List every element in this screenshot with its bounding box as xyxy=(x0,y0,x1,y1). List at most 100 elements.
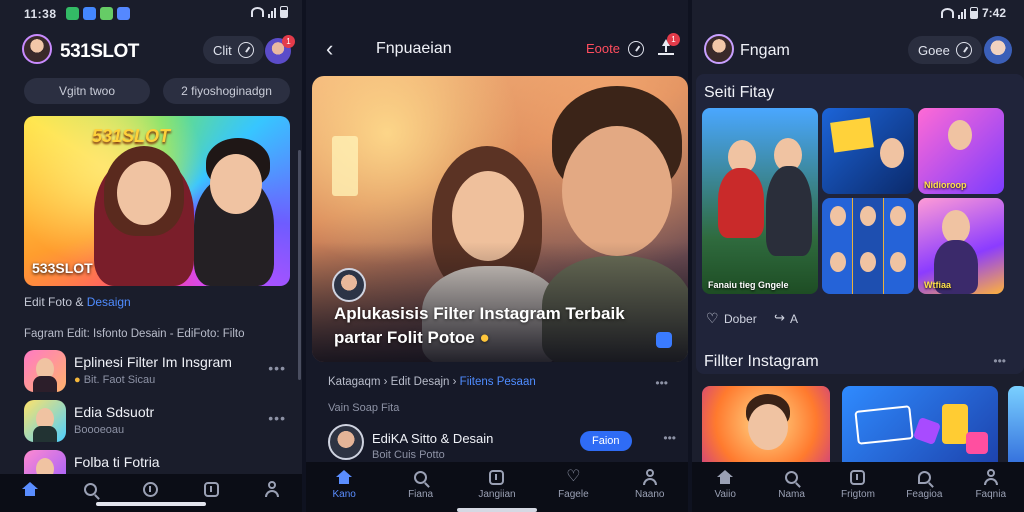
nav-search[interactable]: Fiana xyxy=(391,468,451,500)
more-options-icon[interactable]: ••• xyxy=(993,354,1006,368)
hero-banner[interactable]: 531SLOT 533SLOT xyxy=(24,116,290,286)
top-header: 531SLOT Clit 1 xyxy=(0,30,302,72)
like-icon[interactable]: ♡ xyxy=(706,310,719,327)
home-indicator xyxy=(457,508,537,512)
notification-avatar[interactable]: 1 xyxy=(265,35,295,64)
search-icon xyxy=(84,482,98,496)
nav-home[interactable]: Kano xyxy=(314,468,374,500)
thumb-body xyxy=(33,426,57,442)
nav-media[interactable] xyxy=(181,480,241,498)
nav-post[interactable]: Jangiian xyxy=(467,468,527,500)
media-icon xyxy=(203,481,219,497)
nav-profile[interactable]: Naano xyxy=(620,468,680,500)
status-bar: 11:38 xyxy=(0,0,302,26)
section-title: Seiti Fitay xyxy=(704,84,775,101)
scrollbar[interactable] xyxy=(298,150,301,380)
breadcrumb-current[interactable]: Fiitens Pesaan xyxy=(460,376,536,388)
middle-phone-screen: ‹ Fnpuaeian Eoote 1 Aplukasisis Filter I… xyxy=(306,0,688,512)
nav-profile[interactable]: Faqnia xyxy=(961,468,1021,500)
nav-home[interactable]: Vaiio xyxy=(695,468,755,500)
share-icon[interactable]: ↪ xyxy=(774,310,785,326)
nav-label: Jangiian xyxy=(478,489,516,500)
page-title: Fnpuaeian xyxy=(376,40,452,57)
tile-figure xyxy=(718,168,764,238)
left-phone-screen: 11:38 531SLOT Clit 1 Vgitn twoo 2 fiyosh… xyxy=(0,0,302,512)
profile-avatar[interactable] xyxy=(22,34,52,64)
nav-likes[interactable]: ♡ Fagele xyxy=(543,468,603,501)
media-tile[interactable] xyxy=(822,108,914,194)
nav-profile[interactable] xyxy=(242,480,302,498)
author-avatar[interactable] xyxy=(328,424,364,460)
chip-2[interactable]: 2 fiyoshoginadgn xyxy=(163,78,290,104)
tile-face xyxy=(942,210,970,244)
list-item[interactable]: Eplinesi Filter Im Insgram ● Bit. Faot S… xyxy=(24,350,290,394)
media-tile[interactable]: Wtfiaa xyxy=(918,198,1004,294)
author-avatar[interactable] xyxy=(332,268,366,302)
more-options-icon[interactable]: ••• xyxy=(655,376,668,390)
tile-caption: Wtfiaa xyxy=(924,280,951,290)
more-options-icon[interactable]: ••• xyxy=(268,410,286,426)
chip-1[interactable]: Vgitn twoo xyxy=(24,78,150,104)
timer-icon[interactable] xyxy=(628,41,644,57)
hero-title: Aplukasisis Filter Instagram Terbaik par… xyxy=(334,302,634,350)
item-title: Folba ti Fotria xyxy=(74,454,160,470)
more-options-icon[interactable]: ••• xyxy=(663,431,676,445)
search-icon xyxy=(785,470,799,484)
user-icon xyxy=(983,469,999,485)
status-pill[interactable]: Goee xyxy=(908,36,982,64)
nav-home[interactable] xyxy=(0,480,60,498)
status-pill-label: Goee xyxy=(918,42,950,58)
tile-figure xyxy=(766,166,812,256)
account-avatar[interactable] xyxy=(984,36,1012,64)
instagram-icon[interactable] xyxy=(656,332,672,348)
section-label-accent[interactable]: Desaign xyxy=(87,295,131,309)
woman-face xyxy=(117,161,171,225)
back-arrow-icon[interactable]: ‹ xyxy=(326,36,333,62)
home-icon xyxy=(22,482,39,496)
arrow-shaft xyxy=(665,45,667,52)
profile-avatar[interactable] xyxy=(704,34,734,64)
nav-label: Fagele xyxy=(558,489,589,500)
breadcrumb-path[interactable]: Katagaqm › Edit Desajn › xyxy=(328,376,460,388)
top-header: ‹ Fnpuaeian Eoote 1 xyxy=(306,28,688,70)
follow-button[interactable]: Faion xyxy=(580,431,632,451)
item-thumbnail xyxy=(24,350,66,392)
more-options-icon[interactable]: ••• xyxy=(268,360,286,376)
tile-graphic xyxy=(854,405,914,445)
nav-post[interactable]: Frigtom xyxy=(828,468,888,500)
system-icons xyxy=(251,6,288,18)
status-time: 11:38 xyxy=(24,7,57,21)
action-link[interactable]: Eoote xyxy=(586,41,620,56)
item-title: Edia Sdsuotr xyxy=(74,404,155,420)
nav-search[interactable] xyxy=(61,480,121,498)
hero-logo-text: 533SLOT xyxy=(32,260,93,276)
hero-image[interactable]: Aplukasisis Filter Instagram Terbaik par… xyxy=(312,76,688,362)
heart-icon: ♡ xyxy=(566,468,581,485)
gem-graphic xyxy=(912,416,942,446)
signal-icon xyxy=(268,7,276,18)
item-subtitle: Boooeoau xyxy=(74,424,125,436)
media-tile[interactable] xyxy=(822,198,914,294)
share-icon[interactable]: 1 xyxy=(658,33,680,57)
status-pill[interactable]: Clit xyxy=(203,36,264,64)
share-label[interactable]: A xyxy=(790,312,798,326)
nav-activity[interactable]: Feagioa xyxy=(894,468,954,500)
tile-face xyxy=(880,138,904,168)
media-tile[interactable]: Fanaiu tieg Gngele xyxy=(702,108,818,294)
man-face xyxy=(562,126,672,256)
list-item[interactable]: Edia Sdsuotr Boooeoau ••• xyxy=(24,400,290,444)
item-thumbnail xyxy=(24,400,66,442)
notification-badge: 1 xyxy=(282,35,295,48)
like-label[interactable]: Dober xyxy=(724,312,757,326)
bottom-nav: Kano Fiana Jangiian ♡ Fagele Naano xyxy=(306,462,688,512)
nav-center[interactable] xyxy=(121,480,181,498)
tile-caption: Nidioroop xyxy=(924,180,967,190)
chat-icon xyxy=(917,470,931,484)
thumb-body xyxy=(33,376,57,392)
system-icons: 7:42 xyxy=(940,6,1006,20)
section-label: Edit Foto & Desaign xyxy=(24,295,131,309)
item-subtitle: ● Bit. Faot Sicau xyxy=(74,374,155,386)
media-tile[interactable]: Nidioroop xyxy=(918,108,1004,194)
nav-search[interactable]: Nama xyxy=(762,468,822,500)
clock-icon xyxy=(955,42,972,58)
